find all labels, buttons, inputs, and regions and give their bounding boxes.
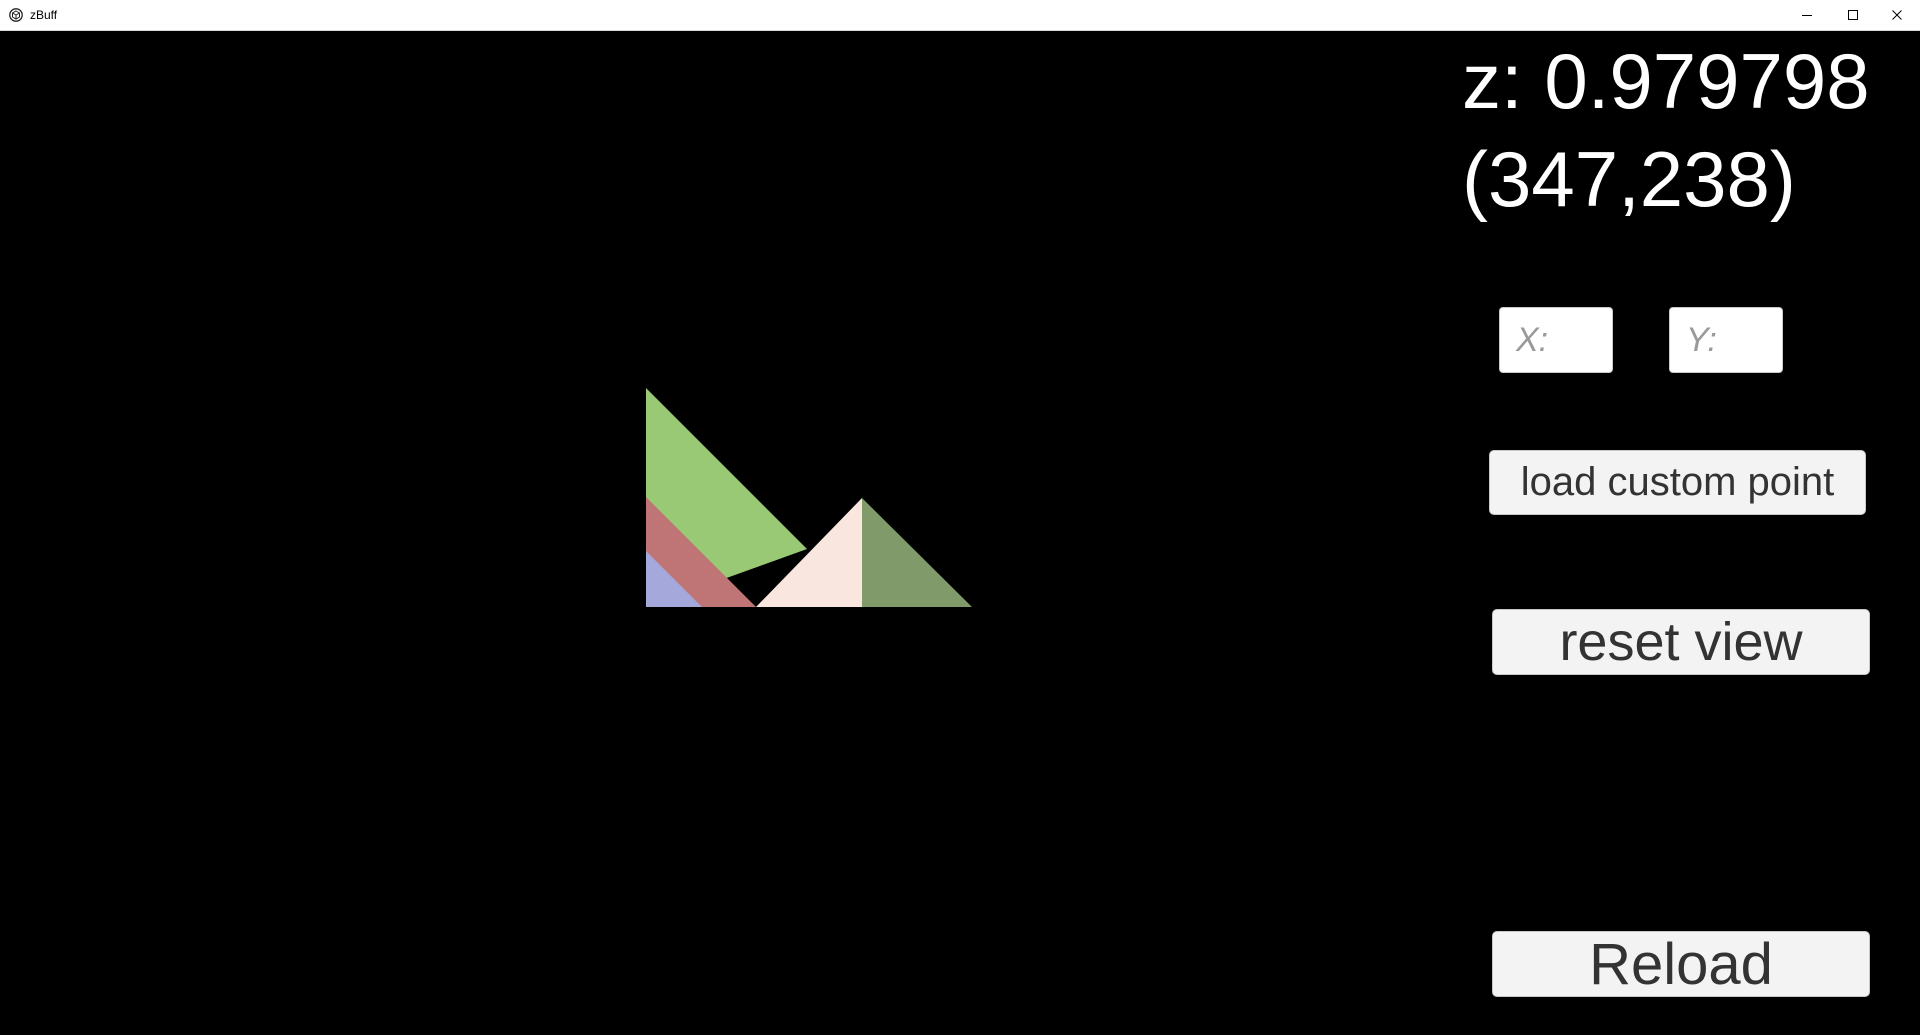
depth-value-readout: z: 0.979798 bbox=[1462, 37, 1870, 125]
y-coordinate-input[interactable] bbox=[1669, 307, 1783, 373]
minimize-button[interactable] bbox=[1784, 0, 1830, 30]
olive-triangle bbox=[862, 498, 972, 607]
close-icon bbox=[1892, 10, 1902, 20]
pixel-coordinate-readout: (347,238) bbox=[1462, 135, 1796, 223]
title-bar: zBuff bbox=[0, 0, 1920, 31]
window-title: zBuff bbox=[30, 8, 58, 22]
unity-logo-icon bbox=[9, 8, 23, 22]
maximize-button[interactable] bbox=[1830, 0, 1876, 30]
close-button[interactable] bbox=[1874, 0, 1920, 30]
x-coordinate-input[interactable] bbox=[1499, 307, 1613, 373]
reset-view-button[interactable]: reset view bbox=[1492, 609, 1870, 675]
reload-button[interactable]: Reload bbox=[1492, 931, 1870, 997]
maximize-icon bbox=[1848, 10, 1858, 20]
minimize-icon bbox=[1802, 15, 1812, 16]
load-custom-point-button[interactable]: load custom point bbox=[1489, 450, 1866, 515]
